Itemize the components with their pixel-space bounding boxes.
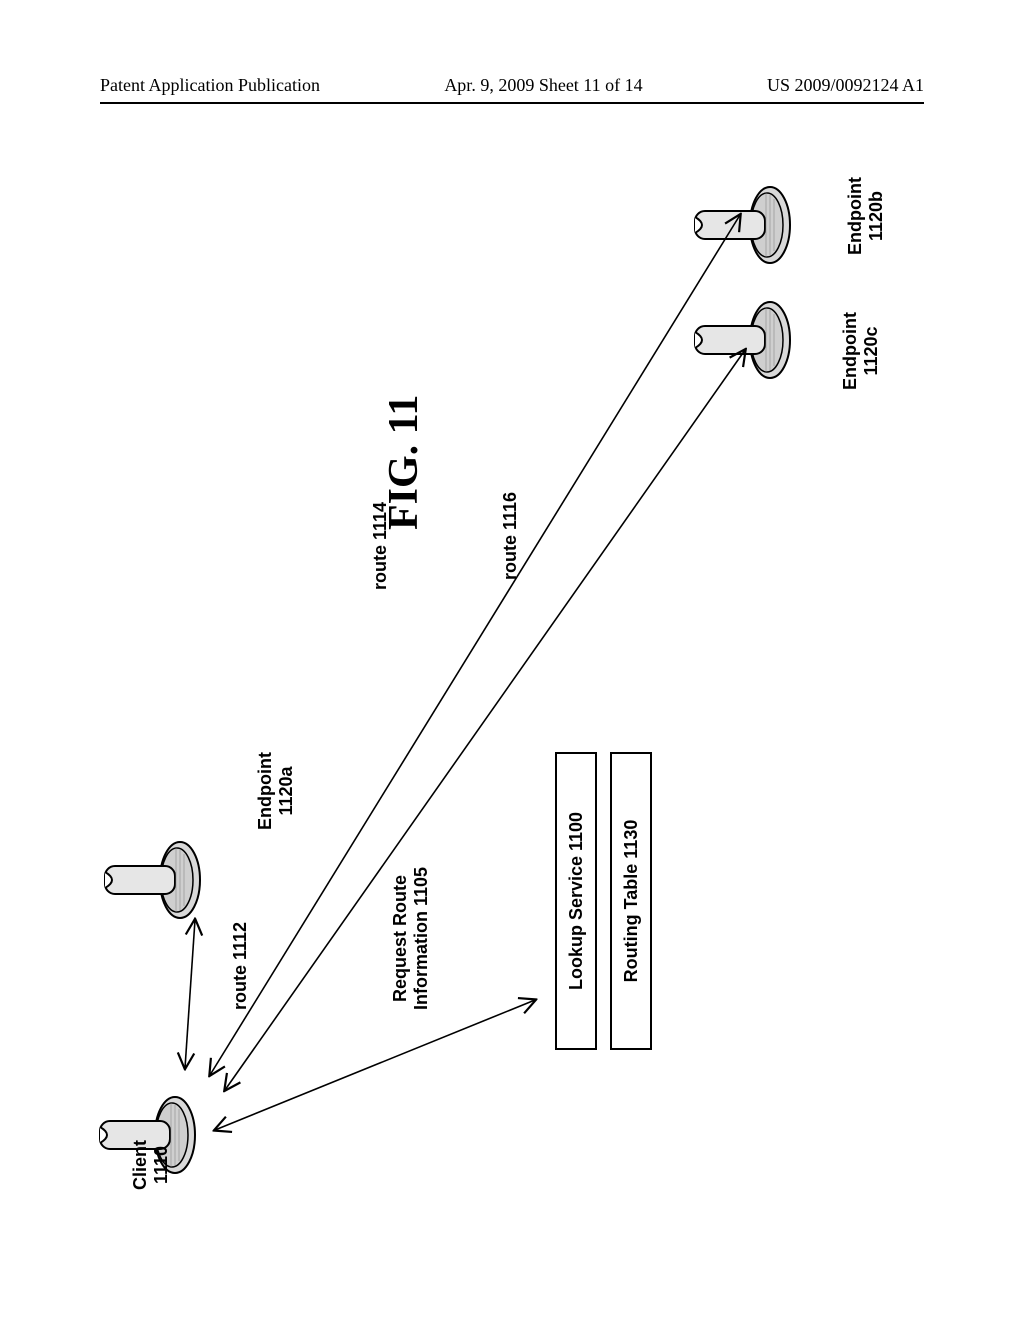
header-left: Patent Application Publication — [100, 75, 320, 96]
label-route-1116: route 1116 — [500, 492, 521, 580]
label-request-route: Request Route Information 1105 — [390, 867, 431, 1010]
page-header: Patent Application Publication Apr. 9, 2… — [100, 75, 924, 104]
label-endpoint-a: Endpoint 1120a — [255, 752, 296, 830]
header-right: US 2009/0092124 A1 — [767, 75, 924, 96]
label-route-1112: route 1112 — [230, 922, 251, 1010]
header-center: Apr. 9, 2009 Sheet 11 of 14 — [444, 75, 642, 96]
label-route-1114: route 1114 — [370, 502, 391, 590]
lookup-service-box: Lookup Service 1100 — [555, 752, 597, 1050]
label-endpoint-c: Endpoint 1120c — [840, 312, 881, 390]
page: Patent Application Publication Apr. 9, 2… — [0, 0, 1024, 1320]
label-client: Client 1110 — [130, 1140, 171, 1190]
routing-table-box: Routing Table 1130 — [610, 752, 652, 1050]
label-endpoint-b: Endpoint 1120b — [845, 177, 886, 255]
